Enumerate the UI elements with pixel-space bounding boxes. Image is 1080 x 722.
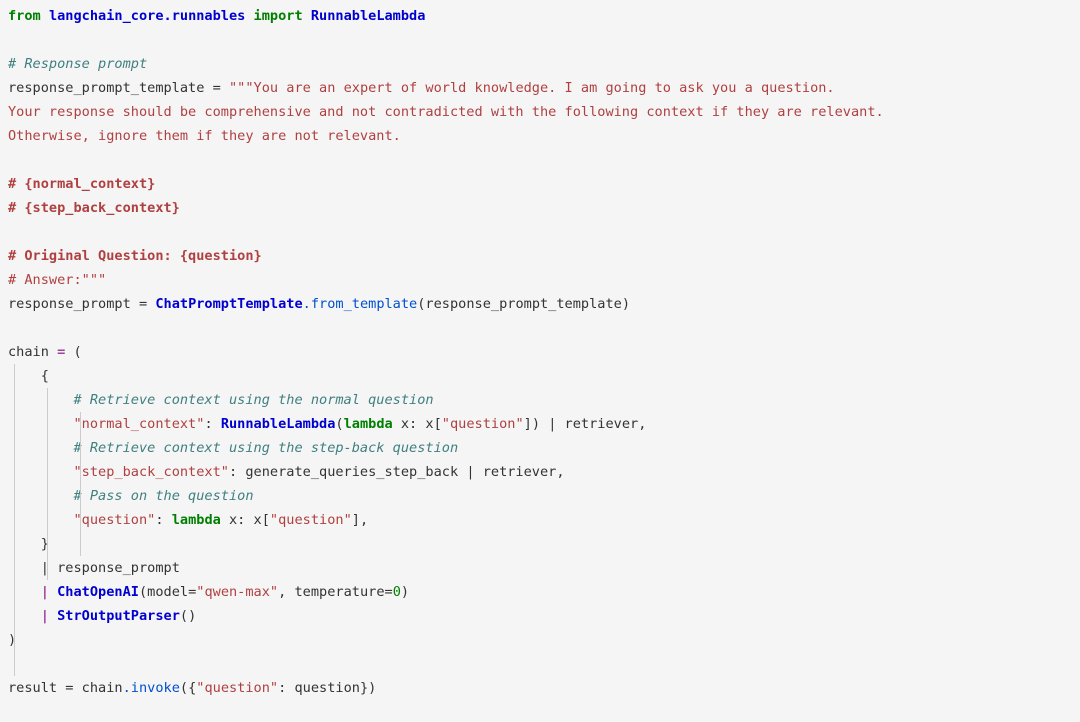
tail-2: | retriever, — [466, 464, 564, 480]
chat-args-c: ) — [401, 584, 409, 600]
res-mid: : question}) — [278, 680, 376, 696]
indent-guide-1 — [14, 364, 15, 676]
comment-retrieve-stepback: # Retrieve context using the step-back q… — [73, 440, 458, 456]
eq: = — [204, 80, 229, 96]
chat-args-a: (model= — [139, 584, 196, 600]
module-name: langchain_core.runnables — [49, 8, 245, 24]
res-open: ({ — [180, 680, 196, 696]
method-from-template: .from_template — [303, 296, 418, 312]
var-rpt: response_prompt_template — [8, 80, 204, 96]
rpt-line-8: # Original Question: {question} — [8, 248, 262, 264]
op-eq: = — [57, 344, 65, 360]
sop-tail: () — [180, 608, 196, 624]
pipe-chat: | — [41, 584, 57, 600]
comment-response-prompt: # Response prompt — [8, 56, 147, 72]
arg-rpt: response_prompt_template — [425, 296, 621, 312]
eq2: = — [131, 296, 156, 312]
kw-lambda-1: lambda — [344, 416, 393, 432]
rpt-line-3: Otherwise, ignore them if they are not r… — [8, 128, 401, 144]
res-eq: = chain — [57, 680, 122, 696]
code-editor[interactable]: from langchain_core.runnables import Run… — [0, 0, 1080, 708]
lam2-colon: : — [155, 512, 171, 528]
lambda-body-2: x: x[ — [221, 512, 270, 528]
pipe-response-prompt: | response_prompt — [41, 560, 180, 576]
key-step-back-context: "step_back_context" — [73, 464, 229, 480]
method-invoke: .invoke — [123, 680, 180, 696]
pipe-sop: | — [41, 608, 57, 624]
kw-lambda-2: lambda — [172, 512, 221, 528]
str-question-2: "question" — [270, 512, 352, 528]
kw-from: from — [8, 8, 41, 24]
triple-quote-close: """ — [82, 272, 107, 288]
rpt-line-5: # {normal_context} — [8, 176, 155, 192]
chat-temp: 0 — [393, 584, 401, 600]
import-name: RunnableLambda — [311, 8, 426, 24]
lambda-body-1: x: x[ — [393, 416, 442, 432]
line-import: from langchain_core.runnables import Run… — [8, 8, 425, 24]
rpt-line-2: Your response should be comprehensive an… — [8, 104, 884, 120]
cls-cpt: ChatPromptTemplate — [155, 296, 302, 312]
res-key: "question" — [196, 680, 278, 696]
rpt-line-9: # Answer: — [8, 272, 82, 288]
cls-chatopenai: ChatOpenAI — [57, 584, 139, 600]
var-rp: response_prompt — [8, 296, 131, 312]
cls-stroutputparser: StrOutputParser — [57, 608, 180, 624]
indent-guide-3 — [80, 412, 81, 556]
var-result: result — [8, 680, 57, 696]
kw-import: import — [254, 8, 303, 24]
tail-1: ]) | retriever, — [524, 416, 647, 432]
key-question: "question" — [73, 512, 155, 528]
str-question-1: "question" — [442, 416, 524, 432]
triple-quote-open: """ — [229, 80, 254, 96]
comment-pass-question: # Pass on the question — [73, 488, 253, 504]
key-normal-context: "normal_context" — [73, 416, 204, 432]
indent-guide-2 — [47, 388, 48, 580]
cls-runnable-lambda: RunnableLambda — [221, 416, 336, 432]
gqsb: : generate_queries_step_back — [229, 464, 466, 480]
chat-args-b: , temperature= — [278, 584, 393, 600]
tail-3: ], — [352, 512, 368, 528]
rpt-line-1: You are an expert of world knowledge. I … — [254, 80, 835, 96]
rpt-line-6: # {step_back_context} — [8, 200, 180, 216]
var-chain: chain — [8, 344, 49, 360]
comment-retrieve-normal: # Retrieve context using the normal ques… — [73, 392, 433, 408]
chat-model: "qwen-max" — [196, 584, 278, 600]
